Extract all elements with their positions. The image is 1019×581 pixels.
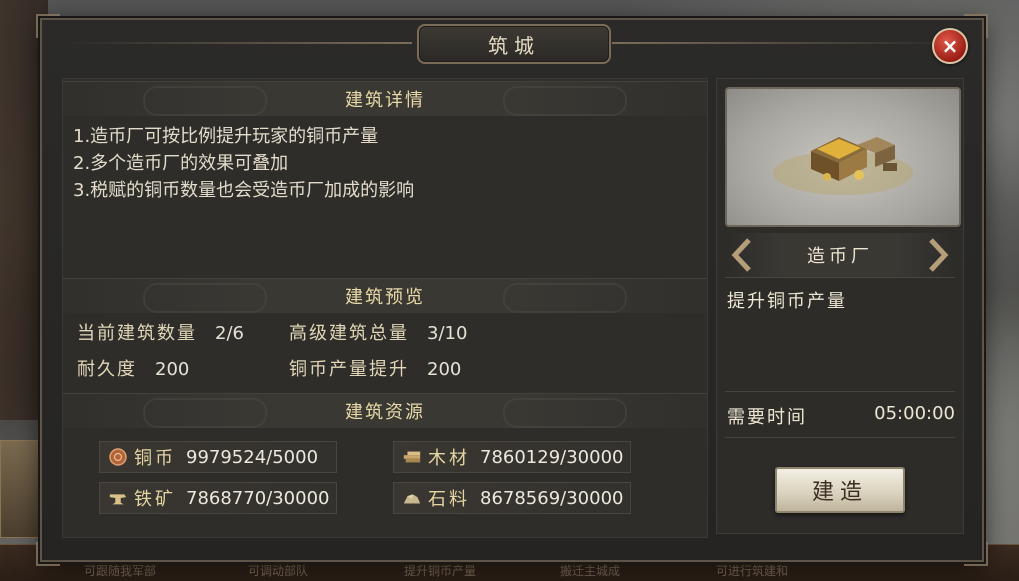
corner-ornament bbox=[36, 14, 60, 38]
section-title: 建筑资源 bbox=[345, 402, 425, 423]
close-button[interactable]: × bbox=[932, 28, 968, 64]
stat-current-count: 当前建筑数量 2/6 bbox=[77, 319, 244, 345]
stat-value: 200 bbox=[155, 359, 190, 380]
next-building-button[interactable] bbox=[925, 237, 951, 273]
title-ornament-line bbox=[612, 42, 962, 44]
resource-coin: 铜币 9979524/5000 bbox=[99, 441, 337, 473]
section-header-resources: 建筑资源 bbox=[63, 393, 707, 428]
resource-value: 7868770/30000 bbox=[186, 487, 330, 509]
corner-ornament bbox=[964, 14, 988, 38]
cloud-pattern bbox=[143, 86, 267, 116]
resource-name: 石料 bbox=[428, 489, 470, 510]
bottom-hint: 可进行筑建和 bbox=[716, 564, 789, 578]
cloud-pattern bbox=[143, 398, 267, 428]
dialog-title: 筑城 bbox=[488, 33, 540, 58]
section-title: 建筑预览 bbox=[345, 287, 425, 308]
bottom-hint: 搬迁主城成 bbox=[560, 564, 621, 578]
building-panel: 造币厂 提升铜币产量 需要时间 05:00:00 建造 bbox=[716, 78, 964, 534]
resource-value: 9979524/5000 bbox=[186, 446, 319, 468]
wood-icon bbox=[402, 447, 422, 467]
title-ornament-line bbox=[62, 42, 412, 44]
building-selector: 造币厂 bbox=[725, 233, 955, 278]
dialog-title-plate: 筑城 bbox=[417, 24, 611, 64]
building-name: 造币厂 bbox=[807, 246, 873, 267]
corner-ornament bbox=[964, 542, 988, 566]
build-button[interactable]: 建造 bbox=[775, 467, 905, 513]
stat-label: 高级建筑总量 bbox=[289, 323, 409, 344]
cloud-pattern bbox=[503, 86, 627, 116]
resource-name: 木材 bbox=[428, 448, 470, 469]
build-time-value: 05:00:00 bbox=[874, 403, 955, 424]
cloud-pattern bbox=[143, 283, 267, 313]
section-header-preview: 建筑预览 bbox=[63, 278, 707, 313]
coin-icon bbox=[108, 447, 128, 467]
cloud-pattern bbox=[503, 283, 627, 313]
stat-value: 3/10 bbox=[427, 323, 468, 344]
details-panel: 建筑详情 1.造币厂可按比例提升玩家的铜币产量 2.多个造币厂的效果可叠加 3.… bbox=[62, 78, 708, 538]
build-button-label: 建造 bbox=[811, 480, 868, 505]
stat-advanced-total: 高级建筑总量 3/10 bbox=[289, 319, 467, 345]
resource-wood: 木材 7860129/30000 bbox=[393, 441, 631, 473]
resource-name: 铜币 bbox=[134, 448, 176, 469]
divider bbox=[725, 437, 955, 438]
resource-stone: 石料 8678569/30000 bbox=[393, 482, 631, 514]
corner-ornament bbox=[36, 542, 60, 566]
stat-label: 铜币产量提升 bbox=[289, 359, 409, 380]
stat-label: 耐久度 bbox=[77, 359, 137, 380]
bottom-hint: 可跟随我军部 bbox=[84, 564, 157, 578]
build-time-label: 需要时间 bbox=[727, 407, 807, 428]
details-text: 1.造币厂可按比例提升玩家的铜币产量 2.多个造币厂的效果可叠加 3.税赋的铜币… bbox=[73, 123, 693, 204]
resource-value: 8678569/30000 bbox=[480, 487, 624, 509]
stat-value: 200 bbox=[427, 359, 462, 380]
stat-value: 2/6 bbox=[215, 323, 244, 344]
stat-label: 当前建筑数量 bbox=[77, 323, 197, 344]
close-icon: × bbox=[941, 34, 959, 58]
chevron-left-icon bbox=[731, 238, 751, 272]
detail-line: 1.造币厂可按比例提升玩家的铜币产量 bbox=[73, 126, 379, 147]
building-preview-image bbox=[725, 87, 961, 227]
section-title: 建筑详情 bbox=[345, 90, 425, 111]
divider bbox=[725, 391, 955, 392]
stat-durability: 耐久度 200 bbox=[77, 355, 189, 381]
detail-line: 3.税赋的铜币数量也会受造币厂加成的影响 bbox=[73, 180, 415, 201]
stone-icon bbox=[402, 488, 422, 508]
bottom-hint: 提升铜币产量 bbox=[404, 564, 477, 578]
resource-name: 铁矿 bbox=[134, 489, 176, 510]
bottom-hint: 可调动部队 bbox=[248, 564, 309, 578]
iron-icon bbox=[108, 488, 128, 508]
prev-building-button[interactable] bbox=[729, 237, 755, 273]
resource-value: 7860129/30000 bbox=[480, 446, 624, 468]
resource-iron: 铁矿 7868770/30000 bbox=[99, 482, 337, 514]
chevron-right-icon bbox=[929, 238, 949, 272]
building-description: 提升铜币产量 bbox=[727, 291, 847, 312]
section-header-details: 建筑详情 bbox=[63, 81, 707, 116]
detail-line: 2.多个造币厂的效果可叠加 bbox=[73, 153, 289, 174]
stat-coin-boost: 铜币产量提升 200 bbox=[289, 355, 461, 381]
cloud-pattern bbox=[503, 398, 627, 428]
